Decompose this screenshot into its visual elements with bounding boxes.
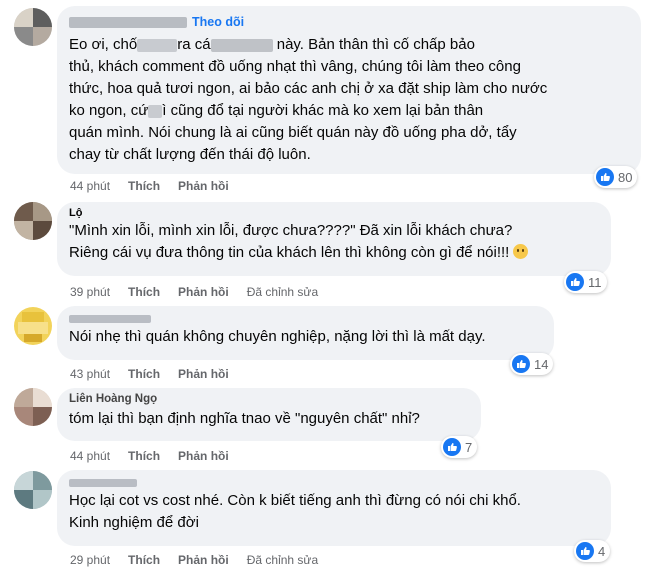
reply-button[interactable]: Phản hồi (178, 179, 229, 193)
like-icon (596, 168, 614, 186)
comment-text-part: ra cá (177, 36, 211, 53)
comment-text-part: ì cũng đổ tại người khác mà ko xem lại b… (162, 102, 484, 119)
comment-bubble: Lộ "Mình xin lỗi, mình xin lỗi, được chư… (57, 202, 611, 276)
comment-text-part: Eo ơi, chố (69, 36, 138, 53)
comment-text-part: ko ngon, cứ (69, 102, 149, 119)
comment-text-line: Nói nhẹ thì quán không chuyên nghiệp, nặ… (69, 328, 486, 345)
pixelated-text (148, 104, 163, 118)
reaction-count-value: 80 (618, 169, 633, 185)
comment-actions: 39 phút Thích Phản hồi Đã chỉnh sửa (70, 285, 336, 299)
comment-text-line: thức, hoa quả tươi ngon, ai bảo các anh … (69, 80, 548, 97)
reply-button[interactable]: Phản hồi (178, 367, 229, 381)
comment-text: "Mình xin lỗi, mình xin lỗi, được chưa??… (69, 220, 599, 264)
comment-text-line: chay từ chất lượng đến thái độ luôn. (69, 146, 311, 163)
timestamp[interactable]: 44 phút (70, 449, 110, 463)
timestamp[interactable]: 44 phút (70, 179, 110, 193)
timestamp[interactable]: 29 phút (70, 553, 110, 567)
author-name-text: Liên Hoàng Ngọ (69, 393, 158, 405)
comment-actions: 43 phút Thích Phản hồi (70, 367, 247, 381)
edited-label: Đã chỉnh sửa (246, 553, 319, 567)
like-icon (576, 542, 594, 560)
author-name[interactable]: Lộ (69, 207, 599, 219)
avatar[interactable] (14, 388, 52, 426)
comment-text-line: Kinh nghiệm để đời (69, 514, 199, 531)
avatar[interactable] (14, 8, 52, 46)
reaction-count[interactable]: 11 (564, 271, 607, 293)
blurred-name (69, 478, 137, 487)
avatar[interactable] (14, 471, 52, 509)
reply-button[interactable]: Phản hồi (178, 285, 229, 299)
reply-button[interactable]: Phản hồi (178, 553, 229, 567)
reaction-count[interactable]: 7 (441, 436, 478, 458)
comment-text-line: quán mình. Nói chung là ai cũng biết quá… (69, 124, 517, 141)
comment-text-part: Riêng cái vụ đưa thông tin của khách lên… (69, 244, 510, 261)
like-button[interactable]: Thích (128, 285, 160, 299)
comment-bubble: Học lại cot vs cost nhé. Còn k biết tiến… (57, 470, 611, 546)
edited-label: Đã chỉnh sửa (246, 285, 319, 299)
author-name[interactable] (69, 312, 542, 324)
reaction-count[interactable]: 80 (594, 166, 638, 188)
reaction-count-value: 4 (598, 543, 606, 559)
blurred-name (69, 314, 151, 323)
comment-actions: 29 phút Thích Phản hồi Đã chỉnh sửa (70, 553, 336, 567)
comment-text: Nói nhẹ thì quán không chuyên nghiệp, nặ… (69, 326, 542, 348)
comment-actions: 44 phút Thích Phản hồi (70, 449, 247, 463)
comment-text-line: "Mình xin lỗi, mình xin lỗi, được chưa??… (69, 222, 513, 239)
author-name-text: Lộ (69, 207, 83, 219)
comment-bubble: Nói nhẹ thì quán không chuyên nghiệp, nặ… (57, 306, 554, 360)
timestamp[interactable]: 39 phút (70, 285, 110, 299)
author-name[interactable]: Theo dõi (69, 14, 629, 30)
follow-link[interactable]: Theo dõi (192, 15, 244, 29)
comment-bubble: Theo dõi Eo ơi, chố ra cá này. Bản thân t… (57, 6, 641, 174)
reaction-count-value: 7 (465, 439, 473, 455)
reaction-count[interactable]: 14 (510, 353, 554, 375)
comment-text-line: thủ, khách comment đồ uống nhạt thì vâng… (69, 58, 521, 75)
pixelated-text (210, 38, 273, 52)
comment-text: Eo ơi, chố ra cá này. Bản thân thì cố chấ… (69, 34, 629, 166)
blurred-name (69, 17, 187, 29)
comment-text-part: này. Bản thân thì cố chấp bảo (276, 36, 475, 53)
comment-bubble: Liên Hoàng Ngọ tóm lại thì bạn định nghĩ… (57, 388, 481, 441)
like-button[interactable]: Thích (128, 367, 160, 381)
like-icon (512, 355, 530, 373)
comment-text: Học lại cot vs cost nhé. Còn k biết tiến… (69, 490, 599, 534)
author-name[interactable] (69, 476, 599, 488)
like-button[interactable]: Thích (128, 553, 160, 567)
comment-text-line: Học lại cot vs cost nhé. Còn k biết tiến… (69, 492, 521, 509)
reaction-count[interactable]: 4 (574, 540, 611, 562)
avatar[interactable] (14, 202, 52, 240)
author-name[interactable]: Liên Hoàng Ngọ (69, 393, 469, 405)
like-button[interactable]: Thích (128, 449, 160, 463)
sad-emoji-icon (513, 244, 529, 259)
timestamp[interactable]: 43 phút (70, 367, 110, 381)
like-icon (566, 273, 584, 291)
comment-text: tóm lại thì bạn định nghĩa tnao về "nguy… (69, 408, 469, 430)
like-icon (443, 438, 461, 456)
reply-button[interactable]: Phản hồi (178, 449, 229, 463)
reaction-count-value: 11 (588, 274, 602, 290)
comment-actions: 44 phút Thích Phản hồi (70, 179, 247, 193)
avatar[interactable] (14, 307, 52, 345)
reaction-count-value: 14 (534, 356, 549, 372)
pixelated-text (137, 38, 178, 52)
like-button[interactable]: Thích (128, 179, 160, 193)
comment-text-line: tóm lại thì bạn định nghĩa tnao về "nguy… (69, 410, 420, 427)
